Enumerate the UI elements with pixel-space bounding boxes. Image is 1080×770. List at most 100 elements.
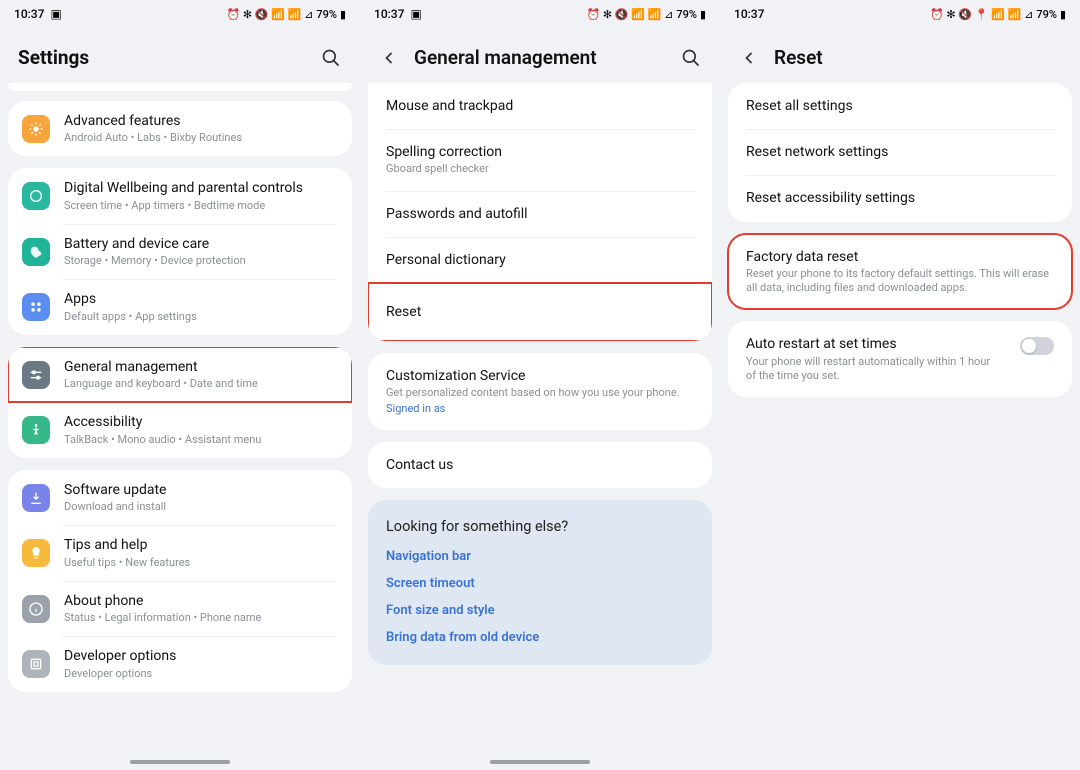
gm-content: Mouse and trackpad Spelling correction G… <box>360 83 720 770</box>
row-sub: Useful tips • New features <box>64 556 336 570</box>
advanced-features-icon <box>22 115 50 143</box>
status-battery: 79% <box>676 8 697 21</box>
row-title: Passwords and autofill <box>386 205 694 223</box>
search-icon[interactable] <box>680 47 702 69</box>
nav-handle[interactable] <box>490 760 590 764</box>
row-tips-help[interactable]: Tips and help Useful tips • New features <box>8 525 352 580</box>
general-management-icon <box>22 361 50 389</box>
status-bar: 10:37 ▣ ⏰ ✻ 🔇 📶 📶 ⊿ 79% ▮ <box>0 0 360 28</box>
tips-icon <box>22 539 50 567</box>
device-care-icon <box>22 238 50 266</box>
status-icons: ⏰ ✻ 🔇 📶 📶 ⊿ <box>586 8 673 21</box>
row-reset-network[interactable]: Reset network settings <box>728 129 1072 175</box>
battery-icon: ▮ <box>1060 8 1066 21</box>
search-icon[interactable] <box>320 47 342 69</box>
status-time: 10:37 <box>14 7 44 21</box>
row-title: Mouse and trackpad <box>386 97 694 115</box>
reset-content: Reset all settings Reset network setting… <box>720 83 1080 770</box>
status-time: 10:37 <box>374 7 404 21</box>
row-title: Reset all settings <box>746 97 1054 115</box>
row-title: Reset network settings <box>746 143 1054 161</box>
row-reset-accessibility[interactable]: Reset accessibility settings <box>728 175 1072 221</box>
row-sub: Status • Legal information • Phone name <box>64 611 336 625</box>
auto-restart-toggle[interactable] <box>1020 337 1054 355</box>
link-screen-timeout[interactable]: Screen timeout <box>386 576 694 591</box>
row-title: Software update <box>64 481 336 499</box>
looking-heading: Looking for something else? <box>386 518 694 535</box>
link-font-size[interactable]: Font size and style <box>386 603 694 618</box>
row-title: General management <box>64 358 336 376</box>
row-battery-care[interactable]: Battery and device care Storage • Memory… <box>8 224 352 279</box>
row-auto-restart[interactable]: Auto restart at set times Your phone wil… <box>728 321 1072 397</box>
wellbeing-icon <box>22 182 50 210</box>
row-developer-options[interactable]: Developer options Developer options <box>8 636 352 691</box>
row-sub: Screen time • App timers • Bedtime mode <box>64 199 336 213</box>
row-sub: Default apps • App settings <box>64 310 336 324</box>
row-sub: Language and keyboard • Date and time <box>64 377 336 391</box>
status-battery: 79% <box>1036 8 1057 21</box>
partial-card <box>8 83 352 91</box>
row-reset-all[interactable]: Reset all settings <box>728 83 1072 129</box>
page-title: General management <box>414 46 666 69</box>
row-sub: Download and install <box>64 500 336 514</box>
card-factory-reset: Factory data reset Reset your phone to i… <box>728 234 1072 310</box>
row-contact-us[interactable]: Contact us <box>368 442 712 488</box>
pane-settings: 10:37 ▣ ⏰ ✻ 🔇 📶 📶 ⊿ 79% ▮ Settings Advan… <box>0 0 360 770</box>
row-sub: TalkBack • Mono audio • Assistant menu <box>64 433 336 447</box>
nav-handle[interactable] <box>130 760 230 764</box>
row-general-management[interactable]: General management Language and keyboard… <box>8 347 352 402</box>
row-mouse-trackpad[interactable]: Mouse and trackpad <box>368 83 712 129</box>
status-icons: ⏰ ✻ 🔇 📍 📶 📶 ⊿ <box>930 8 1033 21</box>
row-title: Digital Wellbeing and parental controls <box>64 179 336 197</box>
row-sub: Get personalized content based on how yo… <box>386 386 694 400</box>
row-title: Reset <box>386 303 694 321</box>
developer-icon <box>22 650 50 678</box>
card-reset-options: Reset all settings Reset network setting… <box>728 83 1072 222</box>
card-contact: Contact us <box>368 442 712 488</box>
row-title: Advanced features <box>64 112 336 130</box>
link-bring-data[interactable]: Bring data from old device <box>386 630 694 645</box>
row-software-update[interactable]: Software update Download and install <box>8 470 352 525</box>
row-personal-dictionary[interactable]: Personal dictionary <box>368 237 712 283</box>
row-status: Signed in as <box>386 402 694 416</box>
row-title: About phone <box>64 592 336 610</box>
page-title: Settings <box>18 46 306 69</box>
battery-icon: ▮ <box>700 8 706 21</box>
media-icon: ▣ <box>50 7 61 21</box>
row-title: Contact us <box>386 456 694 474</box>
row-apps[interactable]: Apps Default apps • App settings <box>8 279 352 334</box>
link-navigation-bar[interactable]: Navigation bar <box>386 549 694 564</box>
row-sub: Developer options <box>64 667 336 681</box>
row-sub: Gboard spell checker <box>386 162 694 176</box>
row-accessibility[interactable]: Accessibility TalkBack • Mono audio • As… <box>8 402 352 457</box>
row-sub: Android Auto • Labs • Bixby Routines <box>64 131 336 145</box>
row-title: Developer options <box>64 647 336 665</box>
pane-reset: 10:37 ⏰ ✻ 🔇 📍 📶 📶 ⊿ 79% ▮ Reset Reset al… <box>720 0 1080 770</box>
status-bar: 10:37 ⏰ ✻ 🔇 📍 📶 📶 ⊿ 79% ▮ <box>720 0 1080 28</box>
row-advanced-features[interactable]: Advanced features Android Auto • Labs • … <box>8 101 352 156</box>
back-icon[interactable] <box>738 47 760 69</box>
card-customization: Customization Service Get personalized c… <box>368 353 712 430</box>
row-digital-wellbeing[interactable]: Digital Wellbeing and parental controls … <box>8 168 352 223</box>
row-customization-service[interactable]: Customization Service Get personalized c… <box>368 353 712 430</box>
battery-icon: ▮ <box>340 8 346 21</box>
row-reset[interactable]: Reset <box>368 283 712 341</box>
header: Settings <box>0 28 360 83</box>
card-input-settings: Mouse and trackpad Spelling correction G… <box>368 83 712 341</box>
settings-list: Advanced features Android Auto • Labs • … <box>0 83 360 770</box>
header: Reset <box>720 28 1080 83</box>
row-about-phone[interactable]: About phone Status • Legal information •… <box>8 581 352 636</box>
header: General management <box>360 28 720 83</box>
row-factory-reset[interactable]: Factory data reset Reset your phone to i… <box>728 234 1072 310</box>
row-title: Personal dictionary <box>386 251 694 269</box>
row-passwords-autofill[interactable]: Passwords and autofill <box>368 191 712 237</box>
back-icon[interactable] <box>378 47 400 69</box>
row-sub: Your phone will restart automatically wi… <box>746 355 998 384</box>
card-looking-for: Looking for something else? Navigation b… <box>368 500 712 665</box>
card-system: Software update Download and install Tip… <box>8 470 352 692</box>
row-title: Apps <box>64 290 336 308</box>
row-title: Accessibility <box>64 413 336 431</box>
card-auto-restart: Auto restart at set times Your phone wil… <box>728 321 1072 397</box>
row-sub: Storage • Memory • Device protection <box>64 254 336 268</box>
row-spelling-correction[interactable]: Spelling correction Gboard spell checker <box>368 129 712 190</box>
